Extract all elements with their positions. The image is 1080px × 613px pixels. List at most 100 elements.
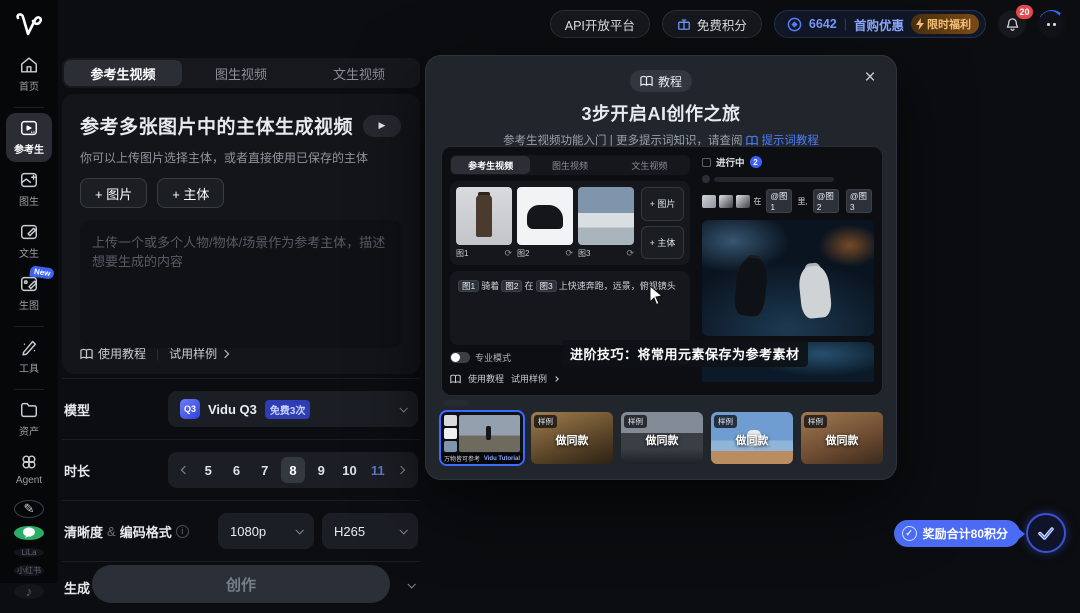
demo-upload-card: 图1⟳ 图2⟳ 图3⟳ + 图片 + 主体 — [450, 181, 690, 265]
demo-tutorial-label: 使用教程 — [468, 372, 504, 385]
sidebar-item-image-create[interactable]: New 生图 — [6, 269, 52, 318]
feedback-icon[interactable]: ✎ — [14, 500, 44, 518]
notification-bell[interactable]: 20 — [998, 10, 1026, 38]
reward-check-button[interactable] — [1026, 513, 1066, 553]
divers-result-image — [702, 220, 874, 336]
refresh-icon: ⟳ — [565, 248, 573, 259]
tutorial-badge: 教程 — [630, 70, 692, 92]
sample-card-tutorial[interactable]: 万物皆可参考 Vidu Tutorial — [441, 412, 523, 464]
add-subject-button[interactable]: + 主体 — [157, 178, 224, 208]
bilibili-icon[interactable]: LiLa — [14, 548, 44, 557]
sidebar-item-agent[interactable]: Agent — [6, 447, 52, 492]
duration-option-8-selected[interactable]: 8 — [281, 457, 305, 483]
sample-gallery: 万物皆可参考 Vidu Tutorial 样例 做同款 样例 做同款 样例 做同… — [441, 412, 883, 464]
api-platform-label: API开放平台 — [565, 15, 635, 34]
prompt-input[interactable] — [80, 220, 402, 348]
api-platform-button[interactable]: API开放平台 — [550, 10, 650, 38]
sample-card[interactable]: 样例 做同款 — [621, 412, 703, 464]
quality-select[interactable]: 1080p — [218, 513, 314, 549]
tab-image-video[interactable]: 图生视频 — [182, 60, 300, 86]
add-image-button[interactable]: + 图片 — [80, 178, 147, 208]
prompt-tag: 图2 — [501, 280, 522, 292]
rail-divider — [14, 326, 44, 327]
xiaohongshu-icon[interactable]: 小红书 — [14, 565, 44, 576]
tab-reference-video[interactable]: 参考生视频 — [64, 60, 182, 86]
divider: | — [156, 347, 159, 361]
sample-badge: 样例 — [534, 415, 557, 428]
hero-title: 参考多张图片中的主体生成视频 — [80, 112, 353, 139]
model-free-badge: 免费3次 — [265, 400, 311, 419]
sample-link[interactable]: 试用样例 — [169, 345, 228, 362]
prompt-text: 在 — [524, 281, 533, 291]
douyin-icon[interactable]: ♪ — [14, 584, 44, 599]
sample-badge: 样例 — [804, 415, 827, 428]
duration-prev-arrow[interactable] — [178, 463, 192, 477]
mode-tabs: 参考生视频 图生视频 文生视频 — [62, 58, 420, 88]
user-avatar[interactable] — [1038, 10, 1066, 38]
tutorial-modal: × 教程 3步开启AI创作之旅 参考生视频功能入门 | 更多提示词知识，请查阅 … — [425, 55, 897, 480]
duration-option-7[interactable]: 7 — [253, 457, 277, 483]
tools-icon — [19, 337, 39, 357]
demo-add-image-button: + 图片 — [641, 187, 684, 221]
codec-label: 编码格式 — [120, 522, 172, 541]
generate-row: 生成 创作 — [62, 561, 420, 613]
mini-thumbnail — [736, 195, 750, 208]
sample-card[interactable]: 样例 做同款 — [531, 412, 613, 464]
demo-image-3: 图3⟳ — [578, 187, 634, 259]
credits-count: 6642 — [809, 17, 837, 31]
quality-row: 清晰度 & 编码格式 i 1080p H265 — [62, 500, 420, 561]
coin-icon: ✓ — [902, 526, 917, 541]
sidebar-item-home[interactable]: 首页 — [6, 50, 52, 99]
hero-subtitle: 你可以上传图片选择主体，或者直接使用已保存的主体 — [80, 149, 402, 166]
duration-option-9[interactable]: 9 — [309, 457, 333, 483]
codec-select[interactable]: H265 — [322, 513, 418, 549]
mini-thumbnail — [702, 195, 716, 208]
diver-white-figure — [797, 265, 832, 320]
cursor-icon — [648, 285, 664, 305]
tutorial-demo-screenshot: 参考生视频 图生视频 文生视频 图1⟳ 图2⟳ 图3⟳ + 图片 — [441, 146, 883, 396]
vidu-logo[interactable] — [14, 12, 44, 43]
sidebar-item-label: 生图 — [19, 297, 39, 312]
tutorial-link[interactable]: 使用教程 — [80, 345, 146, 362]
play-tutorial-button[interactable]: ▶ — [363, 115, 401, 137]
duration-option-11[interactable]: 11 — [366, 457, 390, 483]
mini-thumbnail — [719, 195, 733, 208]
generation-panel: 参考生视频 图生视频 文生视频 参考多张图片中的主体生成视频 ▶ 你可以上传图片… — [62, 58, 420, 613]
duration-option-10[interactable]: 10 — [338, 457, 362, 483]
sidebar-item-label: 资产 — [19, 423, 39, 438]
sidebar-item-image-gen[interactable]: 图生 — [6, 165, 52, 214]
duration-option-6[interactable]: 6 — [225, 457, 249, 483]
coin-icon — [787, 17, 802, 32]
tab-text-video[interactable]: 文生视频 — [300, 60, 418, 86]
sidebar-item-assets[interactable]: 资产 — [6, 395, 52, 444]
credits-pill[interactable]: 6642 | 首购优惠 限时福利 — [774, 10, 986, 38]
duration-next-arrow[interactable] — [394, 463, 408, 477]
tab-label: 图生视频 — [215, 64, 267, 83]
free-credits-button[interactable]: 免费积分 — [662, 10, 762, 38]
create-button[interactable]: 创作 — [92, 565, 390, 603]
chevron-right-icon — [553, 376, 559, 382]
feed-meta-row — [702, 175, 874, 183]
duration-option-5[interactable]: 5 — [196, 457, 220, 483]
feed-status-label: 进行中 — [716, 155, 745, 169]
book-icon — [80, 348, 93, 360]
sample-card[interactable]: 样例 做同款 — [801, 412, 883, 464]
close-icon[interactable]: × — [858, 66, 882, 90]
duration-selector: 5 6 7 8 9 10 11 — [168, 452, 418, 488]
sample-card[interactable]: 样例 做同款 — [711, 412, 793, 464]
sidebar-item-tools[interactable]: 工具 — [6, 332, 52, 381]
image-to-video-icon — [19, 170, 39, 190]
info-icon[interactable]: i — [176, 525, 189, 538]
wechat-icon[interactable] — [14, 526, 44, 540]
landscape-thumbnail — [578, 187, 634, 245]
sidebar-item-label: 首页 — [19, 78, 39, 93]
sidebar-item-reference[interactable]: 参考生 — [6, 113, 52, 162]
diver-black-figure — [733, 257, 769, 318]
sidebar-item-label: 参考生 — [14, 141, 44, 156]
rail-divider — [14, 389, 44, 390]
limited-benefit-label: 限时福利 — [927, 16, 971, 32]
model-select[interactable]: Q3 Vidu Q3 免费3次 — [168, 391, 418, 427]
joiner: & — [107, 524, 116, 539]
model-icon: Q3 — [180, 399, 200, 419]
sidebar-item-text-gen[interactable]: 文生 — [6, 217, 52, 266]
